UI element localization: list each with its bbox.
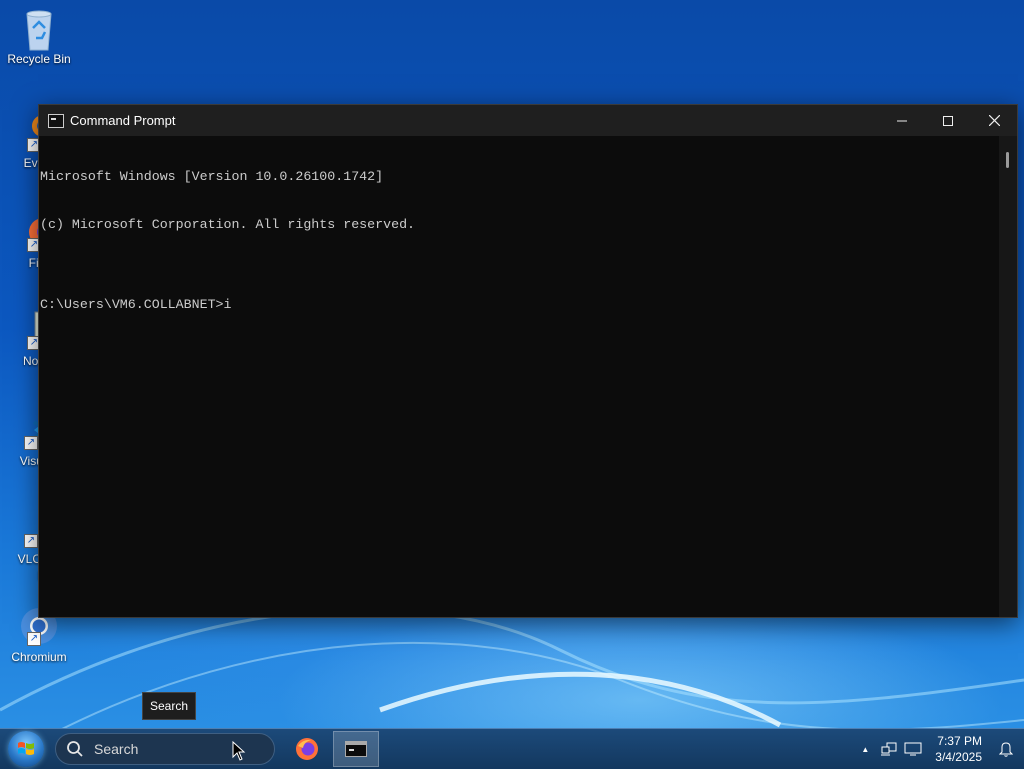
- notification-bell-icon[interactable]: [994, 741, 1018, 757]
- command-prompt-window[interactable]: Command Prompt Microsoft Windows [Versio…: [38, 104, 1018, 618]
- display-icon[interactable]: [901, 742, 925, 756]
- clock-date: 3/4/2025: [935, 750, 982, 764]
- search-placeholder: Search: [94, 741, 139, 757]
- firefox-icon: [296, 738, 318, 760]
- window-controls: [879, 105, 1017, 136]
- command-prompt-icon: [48, 113, 64, 128]
- close-button[interactable]: [971, 105, 1017, 136]
- show-hidden-icons-button[interactable]: ▲: [853, 745, 877, 754]
- console-output[interactable]: Microsoft Windows [Version 10.0.26100.17…: [39, 136, 999, 617]
- windows-logo-icon: [18, 742, 34, 755]
- scrollbar-thumb[interactable]: [1006, 152, 1009, 168]
- minimize-icon: [897, 120, 907, 121]
- vertical-scrollbar[interactable]: [999, 136, 1017, 617]
- shortcut-arrow-icon: ↗: [24, 534, 38, 548]
- maximize-icon: [943, 115, 953, 126]
- shortcut-arrow-icon: ↗: [24, 436, 38, 450]
- command-prompt-icon: [345, 741, 367, 757]
- taskbar-app-command-prompt[interactable]: [333, 731, 379, 767]
- start-button[interactable]: [8, 731, 44, 767]
- shortcut-arrow-icon: ↗: [27, 632, 41, 646]
- network-icon[interactable]: [877, 742, 901, 756]
- search-icon: [67, 741, 83, 757]
- taskbar: Search ▲ 7:37 PM 3/4/2025: [0, 728, 1024, 769]
- taskbar-app-firefox[interactable]: [284, 731, 330, 767]
- console-line: Microsoft Windows [Version 10.0.26100.17…: [40, 169, 384, 184]
- recycle-bin-icon: [19, 8, 59, 51]
- window-title: Command Prompt: [70, 113, 176, 128]
- window-titlebar[interactable]: Command Prompt: [39, 105, 1017, 136]
- taskbar-clock[interactable]: 7:37 PM 3/4/2025: [935, 733, 982, 765]
- minimize-button[interactable]: [879, 105, 925, 136]
- mouse-cursor-icon: [232, 741, 246, 761]
- console-prompt-line[interactable]: C:\Users\VM6.COLLABNET>i: [40, 297, 999, 313]
- desktop-icon-recycle-bin[interactable]: Recycle Bin: [1, 8, 77, 66]
- desktop-icon-label: Recycle Bin: [7, 52, 71, 66]
- close-icon: [988, 115, 1000, 126]
- search-tooltip: Search: [142, 692, 197, 720]
- clock-time: 7:37 PM: [937, 734, 982, 748]
- desktop-icon-label: Chromium: [11, 650, 67, 664]
- system-tray: ▲ 7:37 PM 3/4/2025: [853, 729, 1024, 769]
- console-line: (c) Microsoft Corporation. All rights re…: [40, 217, 416, 232]
- maximize-button[interactable]: [925, 105, 971, 136]
